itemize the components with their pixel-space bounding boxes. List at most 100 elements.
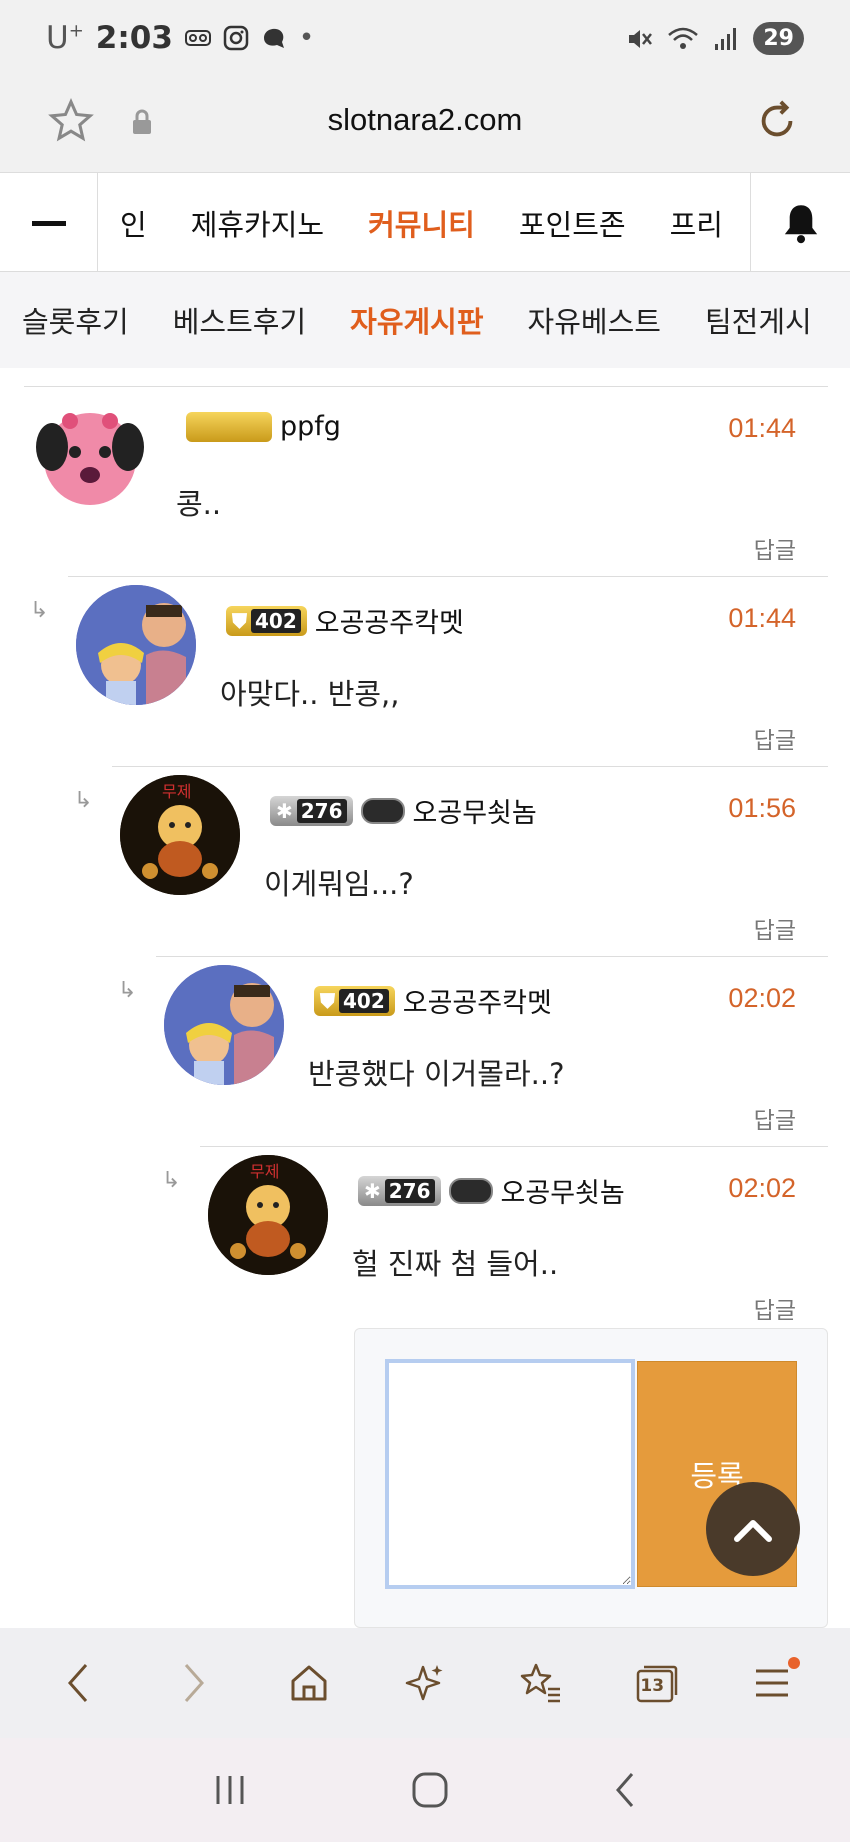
tab-count: 13 xyxy=(640,1676,665,1696)
home-icon xyxy=(291,1665,327,1701)
comment-author[interactable]: 오공무쇳놈 xyxy=(501,1171,625,1210)
medal-icon: ✱ xyxy=(364,1178,381,1203)
avatar[interactable] xyxy=(30,397,150,517)
bookmarks-button[interactable] xyxy=(511,1653,571,1713)
sub-item-slot-reviews[interactable]: 슬롯후기 xyxy=(0,299,151,341)
nav-item-login[interactable]: 인 xyxy=(98,202,169,244)
comment-text: 아맞다.. 반콩,, xyxy=(220,677,400,711)
voicemail-icon xyxy=(184,30,211,46)
reply-link[interactable]: 답글 xyxy=(754,911,796,945)
signal-icon xyxy=(715,27,737,50)
avatar[interactable]: 무제 xyxy=(120,775,240,895)
carrier-label: U+ xyxy=(46,20,84,56)
menu-button[interactable] xyxy=(0,173,98,273)
forward-button[interactable] xyxy=(164,1653,224,1713)
sub-item-team-board[interactable]: 팀전게시 xyxy=(683,299,834,341)
comment-item: 무제 ✱ 276 오공무쇳놈 02:02 헐 진짜 첨 들어.. 답글 xyxy=(200,1146,828,1336)
level-number: 276 xyxy=(296,798,347,823)
wifi-icon xyxy=(668,27,699,49)
url-text[interactable]: slotnara2.com xyxy=(0,102,850,138)
reply-arrow-icon: ↳ xyxy=(118,978,137,1003)
nav-item-point-zone[interactable]: 포인트존 xyxy=(497,202,648,244)
rank-badge-icon xyxy=(448,1177,493,1204)
reload-icon[interactable] xyxy=(754,98,800,144)
scroll-top-button[interactable] xyxy=(706,1482,800,1576)
nav-item-community[interactable]: 커뮤니티 xyxy=(346,202,497,244)
comment-time: 01:44 xyxy=(728,413,796,443)
nav-item-partner-casino[interactable]: 제휴카지노 xyxy=(169,202,346,244)
cartoon-couple-avatar-icon xyxy=(164,965,284,1085)
comment-author[interactable]: 오공공주칵멧 xyxy=(315,601,464,640)
notifications-button[interactable] xyxy=(750,173,850,273)
ai-sparkle-button[interactable] xyxy=(395,1653,455,1713)
sub-item-free-best[interactable]: 자유베스트 xyxy=(506,299,683,341)
level-badge xyxy=(186,411,272,442)
back-button[interactable] xyxy=(48,1653,108,1713)
chevron-up-icon xyxy=(734,1520,772,1542)
notification-dot xyxy=(788,1657,801,1669)
comment-header: ⛊ 402 오공공주칵멧 xyxy=(314,981,552,1020)
avatar[interactable] xyxy=(76,585,196,705)
medal-icon: ✱ xyxy=(276,798,293,823)
system-nav-bar xyxy=(0,1738,850,1842)
svg-text:무제: 무제 xyxy=(250,1162,279,1181)
level-number: 276 xyxy=(384,1178,435,1203)
comment-text: 반콩했다 이거몰라..? xyxy=(308,1057,565,1091)
comment-time: 01:56 xyxy=(728,793,796,823)
reply-link[interactable]: 답글 xyxy=(754,531,796,565)
home-button[interactable] xyxy=(279,1653,339,1713)
reply-link[interactable]: 답글 xyxy=(754,721,796,755)
comment-item: ppfg 01:44 콩.. 답글 xyxy=(24,386,828,576)
reply-textarea[interactable] xyxy=(385,1359,635,1589)
comment-text: 이게뭐임...? xyxy=(264,867,414,901)
star-list-icon xyxy=(520,1663,560,1703)
sub-item-best-reviews[interactable]: 베스트후기 xyxy=(151,299,328,341)
comment-author[interactable]: ppfg xyxy=(280,411,341,442)
battery-level: 29 xyxy=(753,22,804,55)
reply-link[interactable]: 답글 xyxy=(754,1101,796,1135)
main-nav-items: 인 제휴카지노 커뮤니티 포인트존 프리 xyxy=(98,173,750,273)
reply-arrow-icon: ↳ xyxy=(74,788,93,813)
rank-badge-icon xyxy=(360,797,405,824)
sub-nav: 슬롯후기 베스트후기 자유게시판 자유베스트 팀전게시 xyxy=(0,272,850,368)
comment-time: 02:02 xyxy=(728,1173,796,1203)
dog-guitar-avatar-icon: 무제 xyxy=(208,1155,328,1275)
reply-arrow-icon: ↳ xyxy=(162,1168,181,1193)
tabs-button[interactable]: 13 xyxy=(626,1653,686,1713)
reply-form: 등록 xyxy=(354,1328,828,1628)
comment-header: ✱ 276 오공무쇳놈 xyxy=(358,1171,625,1210)
chat-app-icon xyxy=(263,28,284,48)
level-number: 402 xyxy=(251,608,301,633)
avatar[interactable] xyxy=(164,965,284,1085)
system-back-icon[interactable] xyxy=(610,1770,640,1810)
level-badge: ✱ 276 xyxy=(270,795,353,826)
comment-author[interactable]: 오공공주칵멧 xyxy=(403,981,552,1020)
reply-link[interactable]: 답글 xyxy=(754,1291,796,1325)
comment-text: 헐 진짜 첨 들어.. xyxy=(352,1247,559,1281)
pink-dog-avatar-icon xyxy=(36,413,144,505)
comment-time: 02:02 xyxy=(728,983,796,1013)
comment-time: 01:44 xyxy=(728,603,796,633)
comment-item: 무제 ✱ 276 오공무쇳놈 01:56 이게뭐임...? 답글 xyxy=(112,766,828,956)
home-circle-icon[interactable] xyxy=(410,1770,450,1810)
avatar[interactable]: 무제 xyxy=(208,1155,328,1275)
comment-list: ppfg 01:44 콩.. 답글 ↳ ⛊ 402 오공공주칵멧 01:44 아맞… xyxy=(0,368,850,1628)
mute-icon xyxy=(629,29,653,48)
menu-icon xyxy=(756,1669,789,1697)
hamburger-icon xyxy=(31,220,66,226)
svg-text:무제: 무제 xyxy=(162,782,191,801)
chevron-left-icon xyxy=(67,1664,87,1702)
recent-apps-icon[interactable] xyxy=(210,1772,250,1808)
comment-author[interactable]: 오공무쇳놈 xyxy=(413,791,537,830)
sub-item-free-board[interactable]: 자유게시판 xyxy=(328,299,505,341)
chevron-right-icon xyxy=(184,1664,204,1702)
comment-text: 콩.. xyxy=(176,487,222,521)
instagram-icon xyxy=(223,25,249,51)
comment-item: ⛊ 402 오공공주칵멧 02:02 반콩했다 이거몰라..? 답글 xyxy=(156,956,828,1146)
browser-menu-button[interactable] xyxy=(742,1653,802,1713)
bell-icon xyxy=(784,205,817,244)
dog-guitar-avatar-icon: 무제 xyxy=(120,775,240,895)
comment-item: ⛊ 402 오공공주칵멧 01:44 아맞다.. 반콩,, 답글 xyxy=(68,576,828,766)
main-nav: 인 제휴카지노 커뮤니티 포인트존 프리 xyxy=(0,172,850,273)
nav-item-free[interactable]: 프리 xyxy=(648,202,745,244)
